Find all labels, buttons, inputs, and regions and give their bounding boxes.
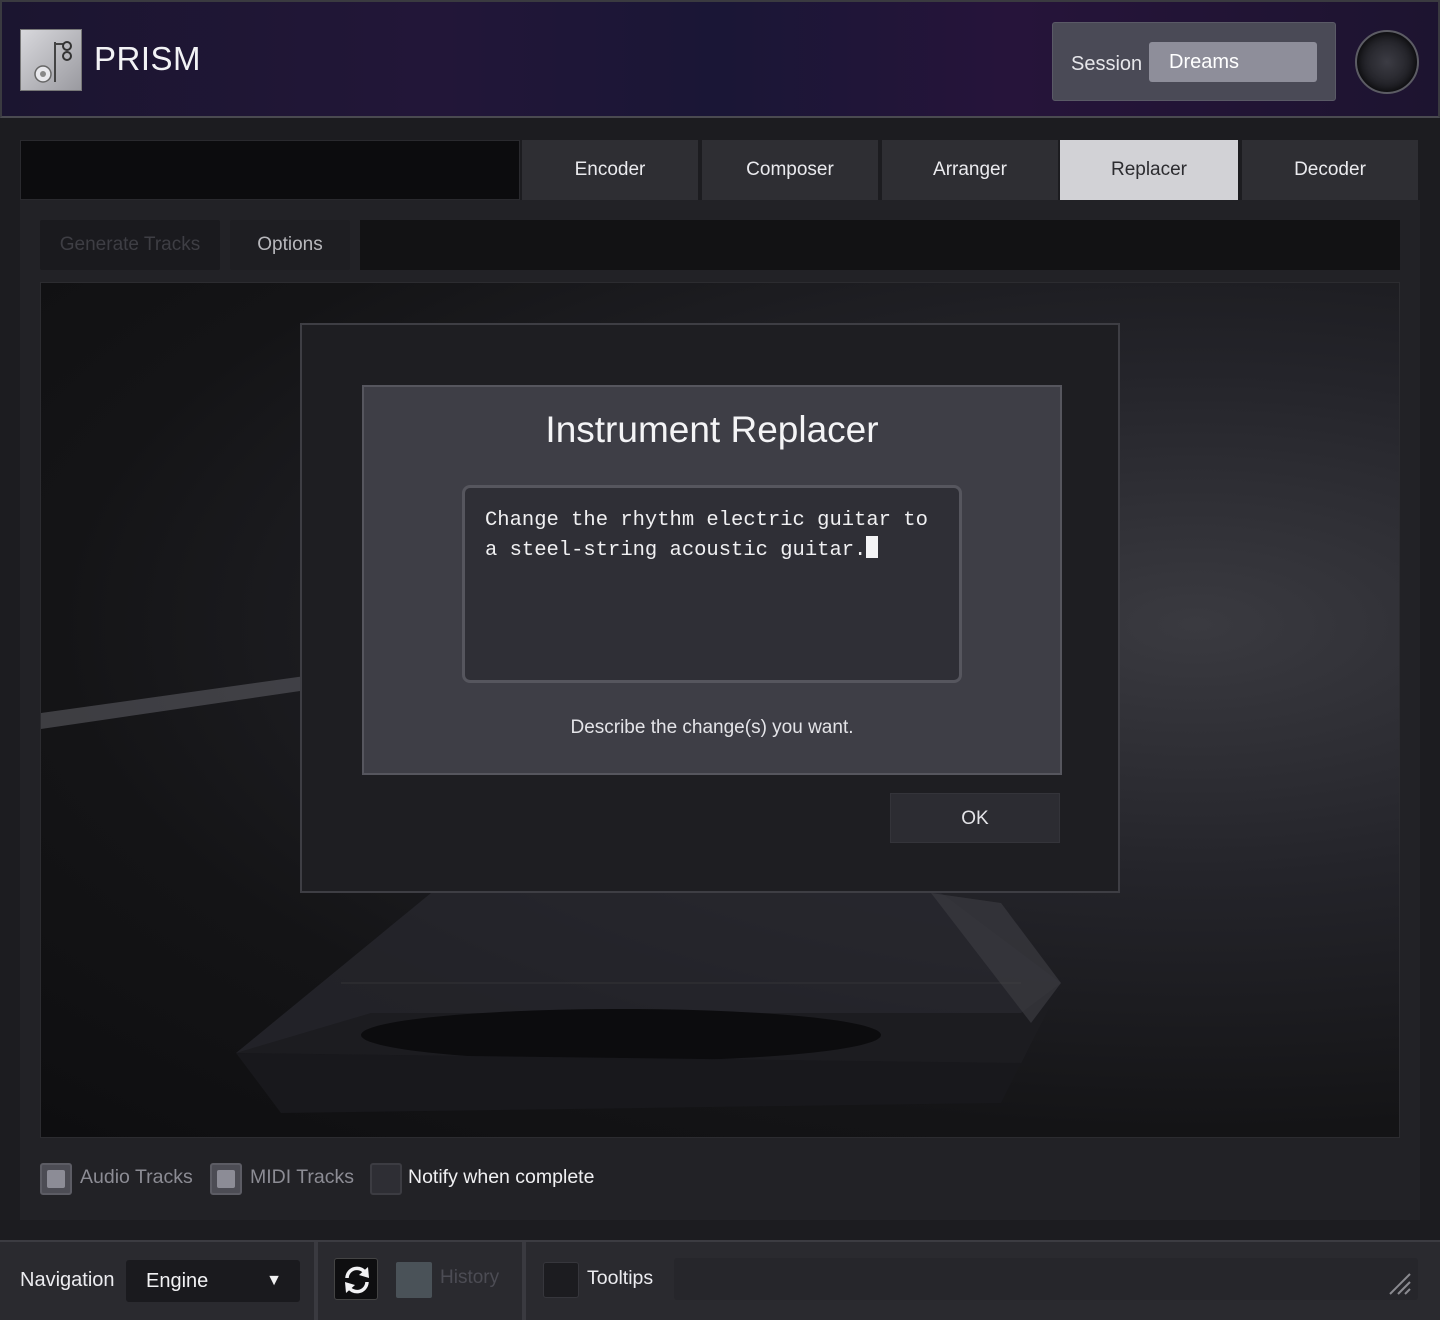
audio-tracks-checkbox[interactable]	[40, 1163, 72, 1195]
tab-encoder[interactable]: Encoder	[522, 140, 700, 200]
app-title: PRISM	[94, 40, 202, 77]
tab-decoder[interactable]: Decoder	[1242, 140, 1420, 200]
text-caret	[866, 536, 879, 558]
dialog-content: Instrument Replacer Change the rhythm el…	[362, 385, 1062, 775]
dialog-title: Instrument Replacer	[545, 409, 879, 450]
dialog-hint: Describe the change(s) you want.	[570, 717, 854, 738]
tooltips-label: Tooltips	[587, 1267, 654, 1289]
session-label: Session	[1071, 53, 1143, 75]
app-header: PRISM Session Dreams	[0, 0, 1440, 118]
notify-checkbox[interactable]	[370, 1163, 402, 1195]
tooltips-checkbox[interactable]	[543, 1262, 579, 1298]
triangle-down-icon: ▼	[266, 1272, 282, 1289]
status-field	[674, 1258, 1418, 1300]
tab-composer[interactable]: Composer	[702, 140, 880, 200]
ok-button[interactable]: OK	[890, 793, 1060, 843]
options-button[interactable]: Options	[230, 220, 350, 270]
session-name-field[interactable]: Dreams	[1149, 42, 1317, 82]
history-checkbox[interactable]	[396, 1262, 432, 1298]
logo-icon	[20, 29, 82, 91]
session-panel: Session Dreams	[1052, 22, 1336, 101]
divider	[314, 1242, 318, 1320]
tab-replacer[interactable]: Replacer	[1060, 140, 1240, 200]
divider	[522, 1242, 526, 1320]
navigation-select[interactable]: Engine ▼	[126, 1260, 300, 1302]
refresh-button[interactable]	[334, 1258, 378, 1300]
tab-arranger[interactable]: Arranger	[882, 140, 1060, 200]
power-knob-icon[interactable]	[1355, 30, 1419, 94]
generate-tracks-button[interactable]: Generate Tracks	[40, 220, 220, 270]
navigation-label: Navigation	[20, 1269, 115, 1291]
history-label: History	[440, 1267, 500, 1288]
resize-grip-icon[interactable]	[1386, 1270, 1414, 1298]
change-description-input[interactable]: Change the rhythm electric guitar to a s…	[462, 485, 962, 683]
notify-label: Notify when complete	[408, 1166, 595, 1188]
instrument-replacer-dialog: Instrument Replacer Change the rhythm el…	[300, 323, 1120, 893]
toolbar-status-field	[360, 220, 1400, 270]
navigation-value: Engine	[146, 1270, 209, 1292]
midi-tracks-label: MIDI Tracks	[250, 1166, 355, 1188]
refresh-icon	[345, 1266, 369, 1294]
tab-strip-blank	[20, 140, 520, 200]
audio-tracks-label: Audio Tracks	[80, 1166, 193, 1188]
midi-tracks-checkbox[interactable]	[210, 1163, 242, 1195]
